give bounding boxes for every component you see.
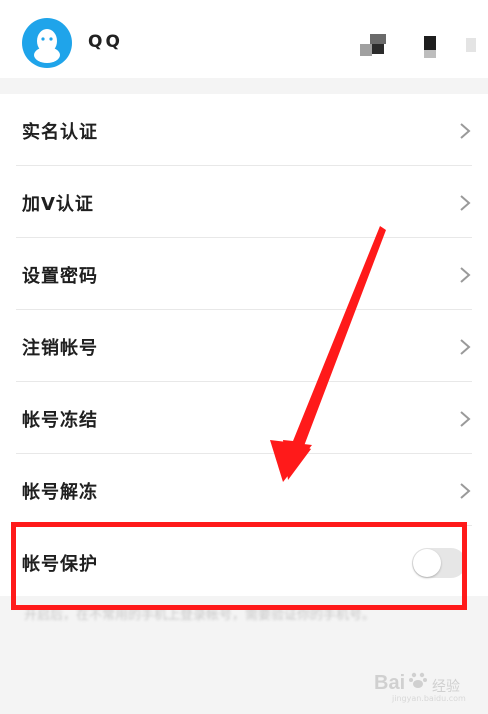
- settings-row-v-verification[interactable]: 加V认证: [0, 166, 488, 238]
- row-label: 设置密码: [22, 266, 98, 287]
- account-header[interactable]: QQ: [0, 0, 488, 78]
- account-name: QQ: [88, 32, 123, 52]
- chevron-right-icon: [460, 339, 471, 355]
- avatar[interactable]: [22, 18, 72, 68]
- settings-row-freeze-account[interactable]: 帐号冻结: [0, 382, 488, 454]
- settings-row-unfreeze-account[interactable]: 帐号解冻: [0, 454, 488, 526]
- row-label: 帐号冻结: [22, 410, 98, 431]
- redacted-mosaic: [358, 34, 488, 68]
- qq-penguin-icon: [34, 29, 60, 63]
- paw-icon: [409, 672, 427, 688]
- chevron-right-icon: [460, 123, 471, 139]
- baidu-watermark: Bai 经验 jingyan.baidu.com: [362, 664, 482, 708]
- account-protection-toggle[interactable]: [412, 548, 466, 578]
- chevron-right-icon: [460, 483, 471, 499]
- row-label: 注销帐号: [22, 338, 98, 359]
- section-gap: [0, 78, 488, 94]
- row-label: 帐号保护: [22, 554, 98, 575]
- row-label: 帐号解冻: [22, 482, 98, 503]
- row-label: 实名认证: [22, 122, 98, 143]
- settings-row-set-password[interactable]: 设置密码: [0, 238, 488, 310]
- watermark-sub: 经验: [432, 679, 460, 695]
- protection-footnote: 开启后，在不常用的手机上登录帐号，需要验证你的手机号。: [24, 608, 376, 623]
- watermark-text: Bai: [374, 672, 406, 694]
- watermark-url: jingyan.baidu.com: [392, 694, 466, 703]
- chevron-right-icon: [460, 267, 471, 283]
- settings-row-real-name[interactable]: 实名认证: [0, 94, 488, 166]
- row-label: 加V认证: [22, 194, 94, 215]
- settings-row-account-protection: 帐号保护: [0, 526, 488, 598]
- chevron-right-icon: [460, 411, 471, 427]
- toggle-knob: [413, 549, 441, 577]
- chevron-right-icon: [460, 195, 471, 211]
- settings-row-cancel-account[interactable]: 注销帐号: [0, 310, 488, 382]
- account-settings-list: 实名认证 加V认证 设置密码 注销帐号 帐号冻结 帐号解冻 帐号保护: [0, 94, 488, 596]
